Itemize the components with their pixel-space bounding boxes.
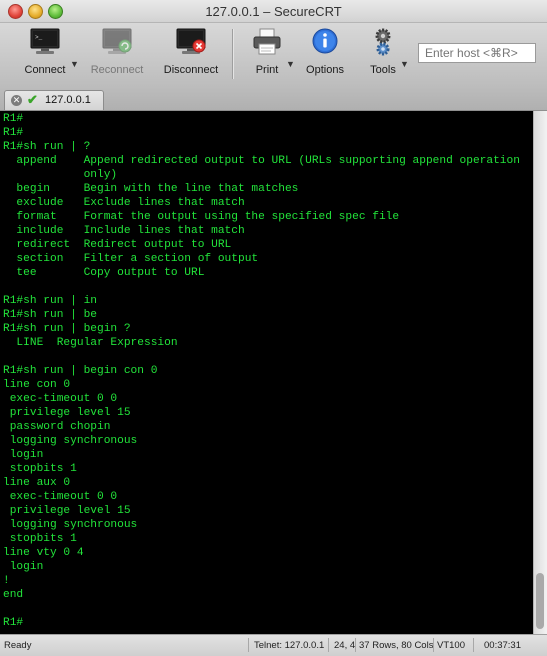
terminal-line: privilege level 15 bbox=[3, 505, 131, 517]
terminal-view[interactable]: R1# R1# R1#sh run | ? append Append redire… bbox=[0, 111, 533, 634]
status-elapsed: 00:37:31 bbox=[484, 640, 521, 651]
options-button[interactable]: Options bbox=[300, 23, 350, 85]
terminal-line: line aux 0 bbox=[3, 477, 71, 489]
terminal-line: password chopin bbox=[3, 421, 111, 433]
terminal-line: stopbits 1 bbox=[3, 533, 77, 545]
connect-label: Connect bbox=[24, 64, 66, 76]
terminal-line: R1# bbox=[3, 127, 24, 139]
status-bar: Ready Telnet: 127.0.0.1 24, 4 37 Rows, 8… bbox=[0, 634, 547, 656]
options-label: Options bbox=[306, 64, 344, 76]
status-cursor: 24, 4 bbox=[334, 640, 356, 651]
terminal-line: R1# bbox=[3, 617, 24, 629]
terminal-line: ! bbox=[3, 575, 10, 587]
terminal-line: only) bbox=[3, 169, 118, 181]
reconnect-label: Reconnect bbox=[90, 64, 144, 76]
window-title: 127.0.0.1 – SecureCRT bbox=[205, 4, 342, 19]
terminal-line: append Append redirected output to URL (… bbox=[3, 155, 520, 167]
print-button[interactable]: Print ▼ bbox=[244, 23, 295, 85]
terminal-line: R1#sh run | begin ? bbox=[3, 323, 131, 335]
terminal-line: logging synchronous bbox=[3, 519, 138, 531]
terminal-line: line con 0 bbox=[3, 379, 71, 391]
terminal-line: begin Begin with the line that matches bbox=[3, 183, 299, 195]
title-bar: 127.0.0.1 – SecureCRT bbox=[0, 0, 547, 23]
terminal-line: R1# bbox=[3, 113, 24, 125]
scrollbar-thumb[interactable] bbox=[536, 573, 544, 629]
terminal-line: tee Copy output to URL bbox=[3, 267, 205, 279]
print-label: Print bbox=[255, 64, 279, 76]
toolbar: >_ Connect ▼ Reconnect Disconnect Print … bbox=[0, 23, 547, 85]
terminal-line: end bbox=[3, 589, 24, 601]
status-divider bbox=[248, 638, 249, 652]
status-emulation: VT100 bbox=[437, 640, 465, 651]
print-dropdown-icon[interactable]: ▼ bbox=[286, 59, 295, 69]
terminal-line: R1#sh run | in bbox=[3, 295, 97, 307]
terminal-scrollbar[interactable] bbox=[533, 111, 547, 634]
terminal-line: section Filter a section of output bbox=[3, 253, 259, 265]
toolbar-separator bbox=[232, 29, 234, 79]
info-icon bbox=[312, 28, 338, 54]
printer-icon bbox=[253, 28, 281, 55]
tab-session[interactable]: ✕ ✔ 127.0.0.1 bbox=[4, 90, 104, 110]
gear-icon bbox=[375, 28, 391, 56]
terminal-line: R1#sh run | be bbox=[3, 309, 97, 321]
status-divider bbox=[355, 638, 356, 652]
terminal-line: stopbits 1 bbox=[3, 463, 77, 475]
status-divider bbox=[473, 638, 474, 652]
terminal-line: R1#sh run | ? bbox=[3, 141, 91, 153]
session-tab-bar: ✕ ✔ 127.0.0.1 bbox=[0, 85, 547, 111]
connected-check-icon: ✔ bbox=[27, 92, 38, 107]
disconnect-icon bbox=[176, 28, 206, 54]
connect-button[interactable]: >_ Connect ▼ bbox=[14, 23, 79, 85]
terminal-line: exec-timeout 0 0 bbox=[3, 491, 118, 503]
status-divider bbox=[328, 638, 329, 652]
enter-host-input[interactable] bbox=[418, 43, 536, 63]
terminal-line: privilege level 15 bbox=[3, 407, 131, 419]
terminal-output: R1# R1# R1#sh run | ? append Append redire… bbox=[0, 111, 533, 630]
terminal-line: redirect Redirect output to URL bbox=[3, 239, 232, 251]
disconnect-button[interactable]: Disconnect bbox=[160, 23, 222, 85]
connect-dropdown-icon[interactable]: ▼ bbox=[70, 59, 79, 69]
disconnect-label: Disconnect bbox=[163, 64, 219, 76]
tools-button[interactable]: Tools ▼ bbox=[360, 23, 409, 85]
tab-label: 127.0.0.1 bbox=[45, 94, 91, 106]
status-divider bbox=[433, 638, 434, 652]
terminal-line: login bbox=[3, 449, 44, 461]
terminal-line: LINE Regular Expression bbox=[3, 337, 178, 349]
terminal-line: exec-timeout 0 0 bbox=[3, 393, 118, 405]
terminal-line: R1#sh run | begin con 0 bbox=[3, 365, 158, 377]
terminal-line: include Include lines that match bbox=[3, 225, 245, 237]
svg-text:>_: >_ bbox=[35, 34, 43, 41]
status-state: Ready bbox=[4, 640, 32, 651]
terminal-line: format Format the output using the speci… bbox=[3, 211, 400, 223]
monitor-icon: >_ bbox=[30, 28, 60, 54]
reconnect-icon bbox=[102, 28, 132, 54]
tools-dropdown-icon[interactable]: ▼ bbox=[400, 59, 409, 69]
status-size: 37 Rows, 80 Cols bbox=[359, 640, 434, 651]
reconnect-button[interactable]: Reconnect bbox=[86, 23, 148, 85]
status-connection: Telnet: 127.0.0.1 bbox=[254, 640, 325, 651]
terminal-line: line vty 0 4 bbox=[3, 547, 84, 559]
terminal-line: exclude Exclude lines that match bbox=[3, 197, 245, 209]
terminal-line: logging synchronous bbox=[3, 435, 138, 447]
tab-close-icon[interactable]: ✕ bbox=[11, 95, 22, 106]
terminal-line: login bbox=[3, 561, 44, 573]
